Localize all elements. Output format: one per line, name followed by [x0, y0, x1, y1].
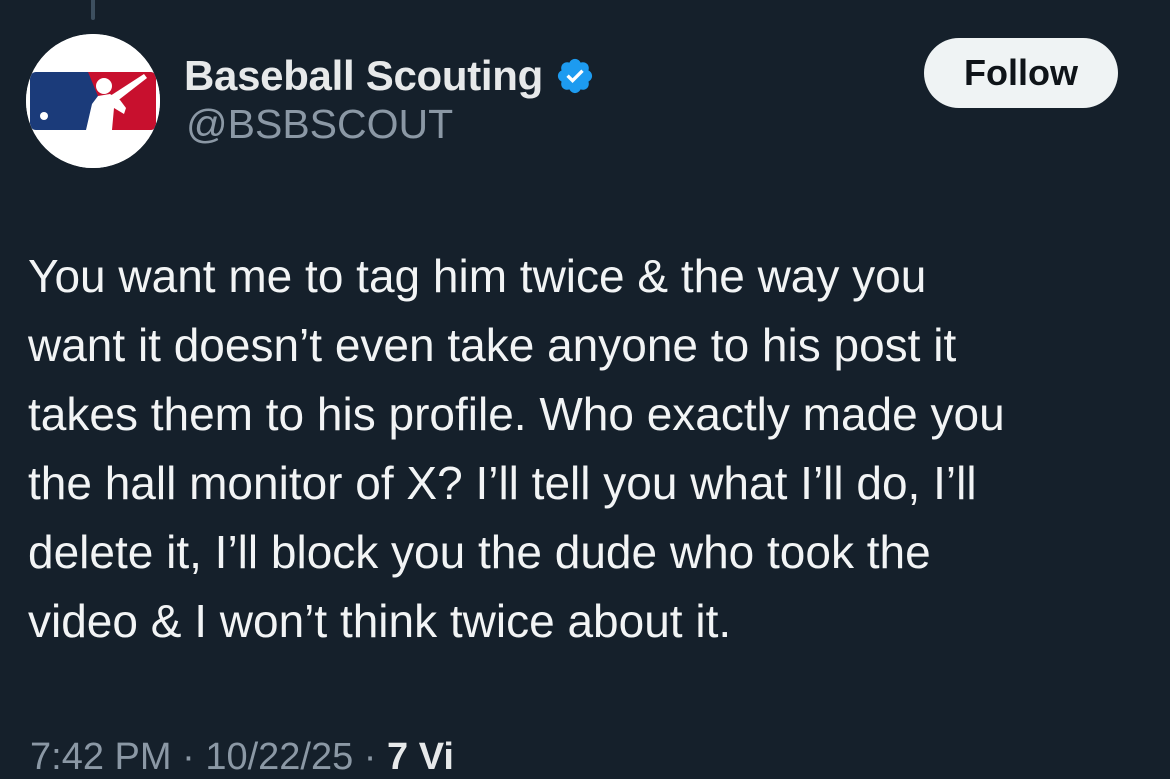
- verified-badge-icon: [557, 58, 593, 94]
- display-name[interactable]: Baseball Scouting: [184, 52, 543, 100]
- tweet-text: You want me to tag him twice & the way y…: [28, 242, 1138, 656]
- tweet-line: takes them to his profile. Who exactly m…: [28, 388, 1005, 440]
- tweet-line: the hall monitor of X? I’ll tell you wha…: [28, 457, 977, 509]
- tweet-time[interactable]: 7:42 PM: [30, 736, 172, 778]
- mlb-logo-icon: [26, 34, 160, 168]
- tweet-date[interactable]: 10/22/25: [205, 736, 353, 778]
- meta-separator: ·: [182, 736, 206, 778]
- meta-separator: ·: [363, 736, 388, 778]
- avatar[interactable]: [26, 34, 160, 168]
- follow-button[interactable]: Follow: [924, 38, 1118, 108]
- view-count: 7 Vi: [387, 736, 454, 778]
- tweet-line: delete it, I’ll block you the dude who t…: [28, 526, 931, 578]
- author-name-row: Baseball Scouting: [184, 48, 595, 104]
- tweet-metadata: 7:42 PM · 10/22/25 · 7 Vi: [30, 736, 454, 779]
- tweet-line: You want me to tag him twice & the way y…: [28, 250, 927, 302]
- tweet-line: want it doesn’t even take anyone to his …: [28, 319, 957, 371]
- author-handle[interactable]: @BSBSCOUT: [186, 101, 453, 148]
- tweet-line: video & I won’t think twice about it.: [28, 595, 732, 647]
- thread-connector-line: [91, 0, 95, 20]
